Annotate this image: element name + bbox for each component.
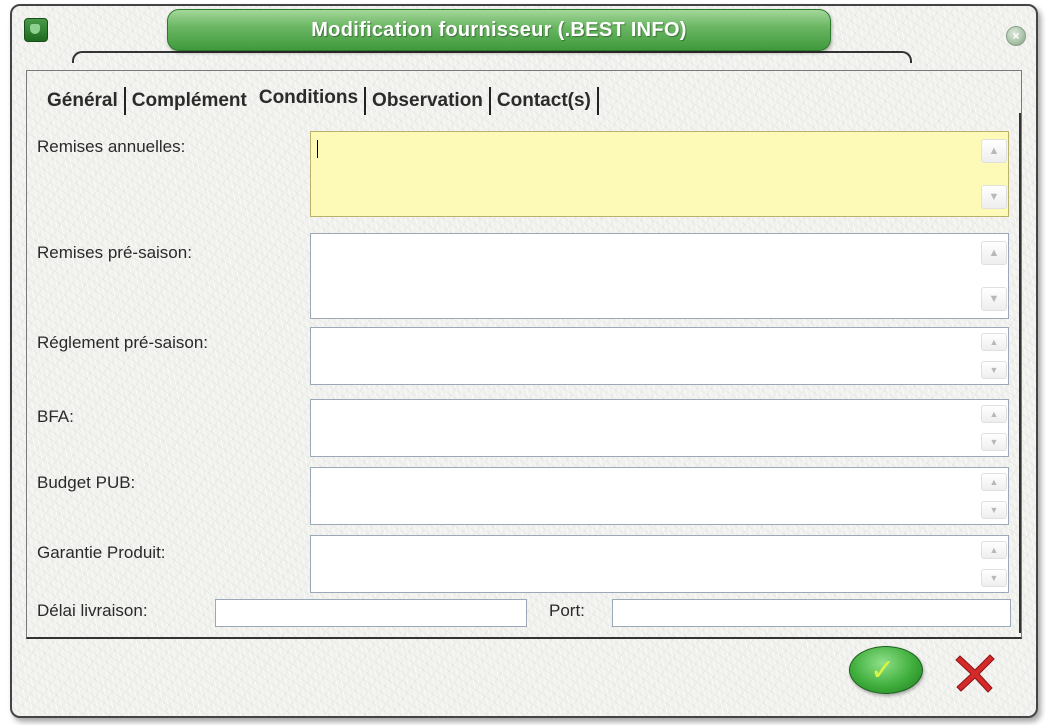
title-banner: Modification fournisseur (.BEST INFO) (167, 9, 831, 51)
delai-livraison-label: Délai livraison: (37, 601, 148, 620)
tab-conditions[interactable]: Conditions (253, 83, 364, 113)
scrollbar[interactable]: ▲ ▼ (979, 329, 1007, 383)
tab-contacts[interactable]: Contact(s) (491, 86, 597, 116)
scrollbar[interactable]: ▲ ▼ (979, 235, 1007, 317)
scrollbar[interactable]: ▲ ▼ (979, 469, 1007, 523)
cross-icon (955, 654, 995, 693)
tab-observation[interactable]: Observation (366, 86, 489, 116)
remises-pre-saison-label: Remises pré-saison: (37, 243, 192, 262)
close-icon[interactable]: × (1006, 26, 1026, 46)
garantie-produit-field[interactable]: ▲ ▼ (310, 535, 1009, 593)
remises-annuelles-label: Remises annuelles: (37, 137, 186, 156)
reglement-pre-saison-field[interactable]: ▲ ▼ (310, 327, 1009, 385)
scroll-up-icon[interactable]: ▲ (981, 405, 1007, 423)
scroll-down-icon[interactable]: ▼ (981, 361, 1007, 379)
window-title: Modification fournisseur (.BEST INFO) (311, 18, 687, 41)
reglement-pre-saison-label: Réglement pré-saison: (37, 333, 209, 352)
scroll-down-icon[interactable]: ▼ (981, 501, 1007, 519)
scrollbar[interactable]: ▲ ▼ (979, 133, 1007, 215)
scroll-up-icon[interactable]: ▲ (981, 241, 1007, 265)
bfa-field[interactable]: ▲ ▼ (310, 399, 1009, 457)
scroll-up-icon[interactable]: ▲ (981, 333, 1007, 351)
title-frame (72, 51, 912, 63)
tab-general[interactable]: Général (41, 86, 124, 116)
budget-pub-label: Budget PUB: (37, 473, 136, 492)
scroll-up-icon[interactable]: ▲ (981, 473, 1007, 491)
title-bar: Modification fournisseur (.BEST INFO) × (12, 6, 1036, 64)
panel-border (1019, 113, 1021, 633)
bfa-label: BFA: (37, 407, 74, 426)
scroll-up-icon[interactable]: ▲ (981, 541, 1007, 559)
tab-separator (596, 87, 599, 115)
text-caret (317, 140, 318, 158)
ok-button[interactable]: ✓ (849, 646, 923, 694)
scrollbar[interactable]: ▲ ▼ (979, 537, 1007, 591)
scroll-down-icon[interactable]: ▼ (981, 287, 1007, 311)
port-label: Port: (549, 601, 585, 620)
garantie-produit-label: Garantie Produit: (37, 543, 166, 562)
port-input[interactable] (612, 599, 1011, 627)
app-icon[interactable] (24, 18, 48, 42)
scroll-down-icon[interactable]: ▼ (981, 433, 1007, 451)
checkmark-icon: ✓ (870, 653, 896, 688)
scroll-down-icon[interactable]: ▼ (981, 185, 1007, 209)
remises-pre-saison-field[interactable]: ▲ ▼ (310, 233, 1009, 319)
remises-annuelles-field[interactable]: ▲ ▼ (310, 131, 1009, 217)
budget-pub-field[interactable]: ▲ ▼ (310, 467, 1009, 525)
scroll-down-icon[interactable]: ▼ (981, 569, 1007, 587)
scrollbar[interactable]: ▲ ▼ (979, 401, 1007, 455)
dialog-window: Modification fournisseur (.BEST INFO) × … (10, 4, 1038, 718)
form-panel: Général Complément Conditions Observatio… (26, 70, 1022, 639)
cancel-button[interactable] (952, 650, 998, 696)
scroll-up-icon[interactable]: ▲ (981, 139, 1007, 163)
tab-bar: Général Complément Conditions Observatio… (41, 86, 599, 116)
delai-livraison-input[interactable] (215, 599, 527, 627)
tab-complement[interactable]: Complément (126, 86, 253, 116)
